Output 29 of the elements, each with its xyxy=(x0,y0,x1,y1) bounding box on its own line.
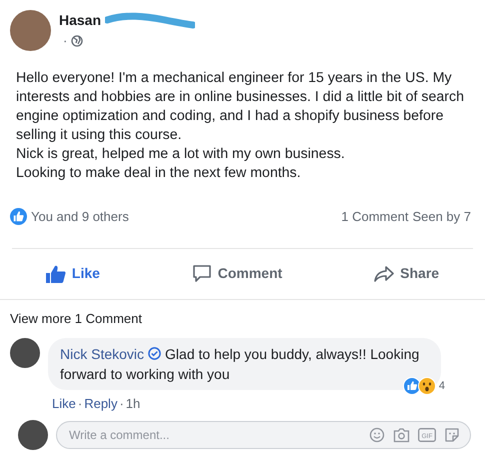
reaction-count[interactable]: 4 xyxy=(438,376,445,396)
sticker-icon[interactable] xyxy=(444,426,460,442)
comment-button[interactable]: Comment xyxy=(182,259,292,288)
avatar[interactable] xyxy=(18,420,48,450)
like-button[interactable]: Like xyxy=(36,259,110,288)
comment-text: Nick Stekovic Glad to help you buddy, always!! Looking forward to working with you xyxy=(60,345,420,384)
like-reaction-icon xyxy=(10,208,27,226)
speech-bubble-icon xyxy=(192,264,212,284)
like-link[interactable]: Like xyxy=(52,394,76,414)
avatar[interactable] xyxy=(10,10,51,51)
thumbs-up-icon xyxy=(46,264,66,282)
smiley-icon[interactable] xyxy=(369,426,385,442)
separator-dot: · xyxy=(78,395,82,413)
comment-count[interactable]: 1 Comment xyxy=(341,207,408,226)
avatar[interactable] xyxy=(10,338,40,368)
post-text: Hello everyone! I'm a mechanical engineer for 15 years in the US. My interests and hobbies are in online businesses. I did a little bit of search engine optimization and coding, and I had a shopify business before selling it using this course. Nick is great, helped me a lot with my own business. Looking to make deal in the next few months. xyxy=(16,69,465,183)
comment-time: 1h xyxy=(126,395,140,413)
reply-link[interactable]: Reply xyxy=(84,394,118,414)
share-button[interactable]: Share xyxy=(364,259,450,288)
meta-dot: · xyxy=(63,32,68,50)
share-arrow-icon xyxy=(374,264,394,282)
reaction-icons xyxy=(402,377,437,395)
reaction-summary[interactable]: You and 9 others xyxy=(31,207,129,226)
separator-dot: · xyxy=(119,395,124,413)
author-name[interactable]: Hasan xyxy=(59,10,102,32)
seen-count[interactable]: Seen by 7 xyxy=(412,207,471,226)
globe-icon xyxy=(71,35,84,47)
camera-icon[interactable] xyxy=(393,426,410,442)
view-more-link[interactable]: View more 1 Comment xyxy=(10,308,142,328)
